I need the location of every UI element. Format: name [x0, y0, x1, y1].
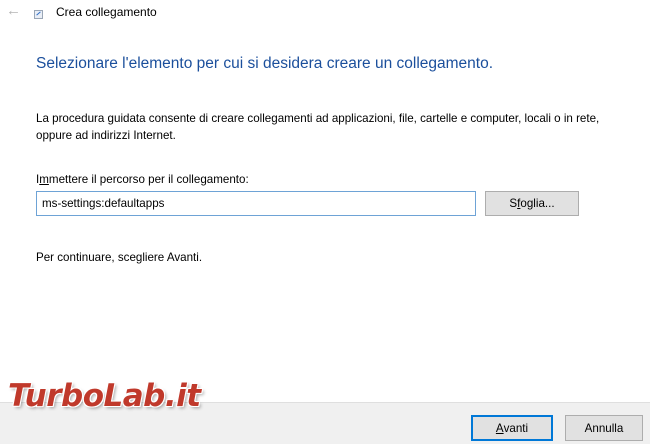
back-arrow-icon[interactable]: ← [6, 2, 21, 19]
window-title: Crea collegamento [56, 5, 157, 19]
path-input[interactable] [36, 191, 476, 216]
watermark-text: TurboLab.it [8, 378, 201, 414]
cancel-button[interactable]: Annulla [565, 415, 643, 441]
title-bar: ← Crea collegamento [0, 0, 650, 26]
shortcut-wizard-icon [34, 10, 43, 19]
page-heading: Selezionare l'elemento per cui si deside… [36, 55, 494, 72]
description-text: La procedura guidata consente di creare … [36, 112, 600, 142]
next-button[interactable]: Avanti [471, 415, 553, 441]
continue-instruction: Per continuare, scegliere Avanti. [36, 251, 203, 264]
path-label: Immettere il percorso per il collegament… [36, 173, 249, 186]
browse-button[interactable]: Sf oglia... [485, 191, 579, 216]
